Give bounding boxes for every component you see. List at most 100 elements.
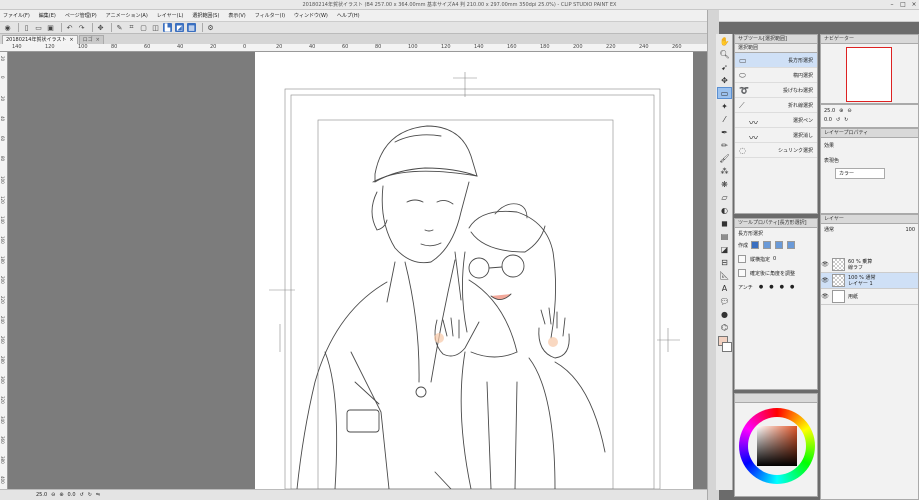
color-mode-select[interactable]: カラー: [835, 168, 885, 179]
airbrush-icon[interactable]: ⁂: [717, 165, 732, 177]
menu-window[interactable]: ウィンドウ(W): [294, 12, 328, 19]
menu-help[interactable]: ヘルプ(H): [337, 12, 360, 19]
menu-file[interactable]: ファイル(F): [3, 12, 30, 19]
subtool-selection-eraser[interactable]: 〰選択消し: [735, 128, 817, 144]
settings-icon[interactable]: ⚙: [206, 23, 215, 32]
snap-ruler-icon[interactable]: ▙: [163, 23, 172, 32]
subtool-lasso-select[interactable]: ➰ 投げなわ選択: [735, 83, 817, 98]
aa-mid-icon[interactable]: ●: [780, 284, 784, 290]
zoom-in-icon[interactable]: ⊕: [59, 492, 63, 498]
navigator-preview[interactable]: [846, 47, 892, 102]
zoom-in-icon[interactable]: ⊕: [839, 108, 843, 114]
subtool-shrink-select[interactable]: ◌ シュリンク選択: [735, 143, 817, 158]
opacity-value[interactable]: 100: [905, 227, 915, 233]
eye-icon[interactable]: 👁︎: [821, 293, 829, 300]
rotate-right-icon[interactable]: ↻: [88, 492, 92, 498]
clear-icon[interactable]: ✎: [115, 23, 124, 32]
menu-filter[interactable]: フィルター(I): [255, 12, 285, 19]
subtract-selection-icon[interactable]: [775, 241, 784, 249]
aa-weak-icon[interactable]: ●: [769, 284, 773, 290]
close-icon[interactable]: ×: [69, 36, 73, 44]
canvas-area[interactable]: [8, 52, 707, 489]
rotate-right-icon[interactable]: ↻: [844, 117, 848, 123]
subtool-rect-select[interactable]: ▭ 長方形選択: [735, 53, 817, 68]
menu-layer[interactable]: レイヤー(L): [157, 12, 184, 19]
pencil-icon[interactable]: ✏: [717, 139, 732, 151]
layer-row[interactable]: 👁︎ 60 % 乗算 線ラフ: [821, 257, 918, 273]
aspect-checkbox[interactable]: [738, 255, 746, 263]
fill-icon[interactable]: ◼: [717, 217, 732, 229]
save-icon[interactable]: ▣: [46, 23, 55, 32]
aspect-value[interactable]: 0: [773, 256, 776, 262]
eyedropper-icon[interactable]: ⁄: [717, 113, 732, 125]
selection-tool-icon[interactable]: ▭: [717, 87, 732, 99]
aa-none-icon[interactable]: ●: [759, 284, 763, 290]
zoom-value[interactable]: 25.0: [36, 492, 47, 498]
angle-value[interactable]: 0.0: [68, 492, 76, 498]
eye-icon[interactable]: 👁︎: [821, 277, 829, 284]
text-icon[interactable]: A: [717, 282, 732, 294]
saturation-value-square[interactable]: [757, 426, 797, 466]
maximize-button[interactable]: □: [898, 0, 908, 10]
zoom-out-icon[interactable]: ⊖: [51, 492, 55, 498]
intersect-selection-icon[interactable]: [787, 241, 796, 249]
crop-icon[interactable]: ◫: [151, 23, 160, 32]
rotate-left-icon[interactable]: ↺: [836, 117, 840, 123]
clip-studio-icon[interactable]: ◉: [3, 23, 12, 32]
menu-edit[interactable]: 編集(E): [39, 12, 56, 19]
menu-view[interactable]: 表示(V): [228, 12, 245, 19]
layer-row[interactable]: 👁︎ 100 % 通常 レイヤー 1: [821, 273, 918, 289]
figure-icon[interactable]: ◪: [717, 243, 732, 255]
menu-page[interactable]: ページ管理(P): [65, 12, 97, 19]
frame-icon[interactable]: ⊟: [717, 256, 732, 268]
balloon-icon[interactable]: 💬︎: [717, 295, 732, 307]
redo-icon[interactable]: ↷: [77, 23, 86, 32]
new-selection-icon[interactable]: [751, 241, 760, 249]
new-file-icon[interactable]: ▯: [22, 23, 31, 32]
minimize-button[interactable]: –: [887, 0, 897, 10]
close-button[interactable]: ×: [909, 0, 919, 10]
invert-selection-icon[interactable]: ▢: [139, 23, 148, 32]
pen-icon[interactable]: ✒: [717, 126, 732, 138]
snap-grid-icon[interactable]: ▦: [187, 23, 196, 32]
snap-special-ruler-icon[interactable]: ◩: [175, 23, 184, 32]
flip-icon[interactable]: ⇋: [96, 492, 100, 498]
menu-selection[interactable]: 選択範囲(S): [192, 12, 219, 19]
transform-icon[interactable]: ✥: [96, 23, 105, 32]
subtool-polyline-select[interactable]: ⟋ 折れ線選択: [735, 98, 817, 113]
zoom-icon[interactable]: 🔍︎: [717, 48, 732, 60]
eraser-icon[interactable]: ▱: [717, 191, 732, 203]
ruler-icon[interactable]: 📐︎: [717, 269, 732, 281]
close-icon[interactable]: ×: [96, 36, 100, 44]
auto-select-icon[interactable]: ✦: [717, 100, 732, 112]
eye-icon[interactable]: 👁︎: [821, 261, 829, 268]
operation-icon[interactable]: ➹: [717, 61, 732, 73]
canvas-paper[interactable]: [255, 52, 693, 489]
decoration-icon[interactable]: ❋: [717, 178, 732, 190]
tab-document[interactable]: 20180214年賀状イラスト ×: [2, 35, 78, 44]
nav-zoom-value[interactable]: 25.0: [824, 108, 835, 114]
subtool-selection-pen[interactable]: 〰選択ペン: [735, 113, 817, 129]
sub-color-swatch[interactable]: [722, 342, 732, 352]
open-file-icon[interactable]: ▭: [34, 23, 43, 32]
layer-row[interactable]: 👁︎ 用紙: [821, 289, 918, 305]
aa-strong-icon[interactable]: ●: [790, 284, 794, 290]
move-layer-icon[interactable]: ✥: [717, 74, 732, 86]
correct-line-icon[interactable]: ●: [717, 308, 732, 320]
confirm-checkbox[interactable]: [738, 269, 746, 277]
subtool-group-tab[interactable]: 選択範囲: [735, 44, 817, 53]
menu-animation[interactable]: アニメーション(A): [106, 12, 148, 19]
subtool-ellipse-select[interactable]: ⬭ 楕円選択: [735, 68, 817, 83]
fill-tool-icon[interactable]: ⌬: [717, 321, 732, 333]
zoom-out-icon[interactable]: ⊖: [847, 108, 851, 114]
brush-icon[interactable]: 🖌︎: [717, 152, 732, 164]
blend-mode-select[interactable]: 通常: [824, 226, 834, 233]
blend-icon[interactable]: ◐: [717, 204, 732, 216]
tab-logo[interactable]: ロゴ ×: [78, 35, 104, 44]
nav-angle-value[interactable]: 0.0: [824, 117, 832, 123]
rotate-left-icon[interactable]: ↺: [80, 492, 84, 498]
gradient-icon[interactable]: ▤: [717, 230, 732, 242]
add-selection-icon[interactable]: [763, 241, 772, 249]
undo-icon[interactable]: ↶: [65, 23, 74, 32]
hand-icon[interactable]: ✋: [717, 35, 732, 47]
